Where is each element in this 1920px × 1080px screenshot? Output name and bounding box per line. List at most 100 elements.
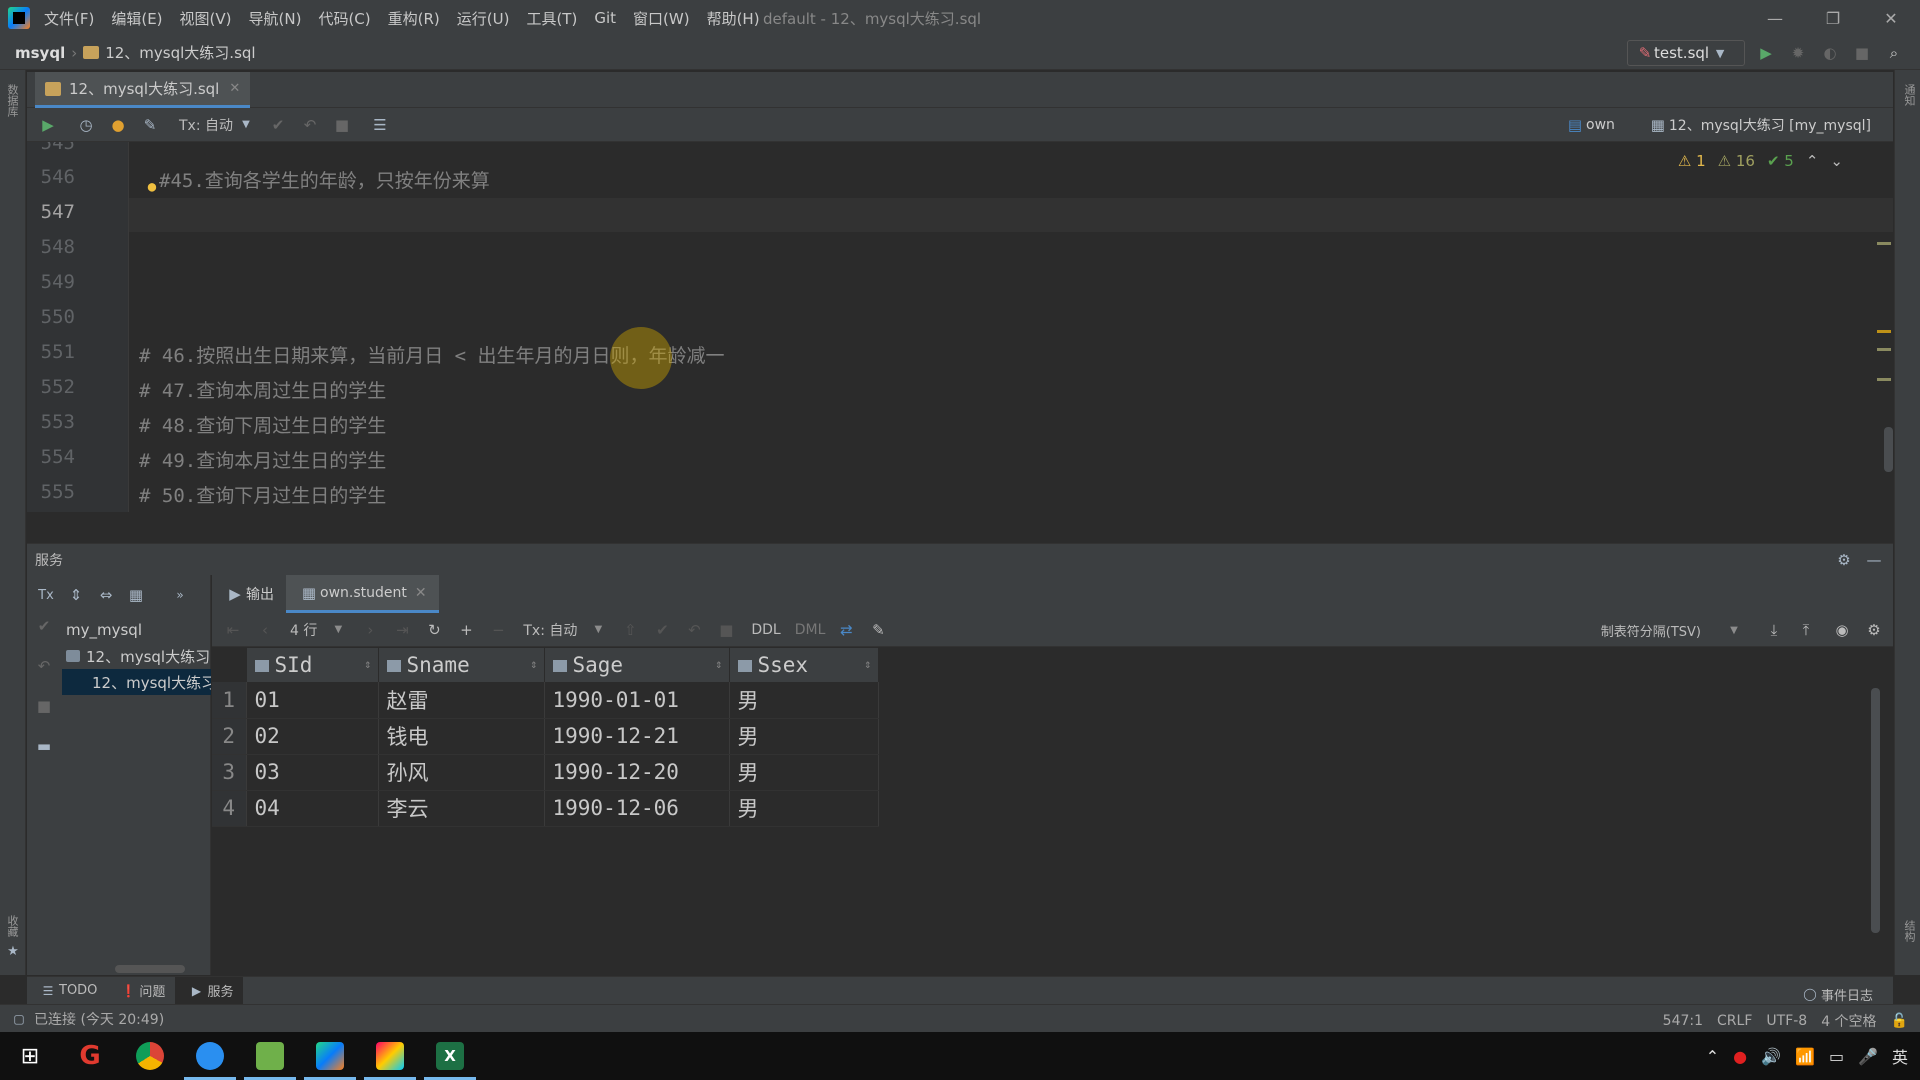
sort-icon[interactable]: ⇕	[364, 657, 371, 671]
taskbar-app-chrome[interactable]	[120, 1032, 180, 1080]
stop-icon[interactable]: ■	[1851, 42, 1873, 64]
export-format-select[interactable]: 制表符分隔(TSV)	[1601, 621, 1701, 640]
table-cell[interactable]: 01	[246, 682, 379, 719]
delete-row-icon[interactable]: −	[487, 619, 509, 641]
editor-scrollbar[interactable]	[1884, 427, 1893, 472]
next-highlight-icon[interactable]: ⌄	[1830, 152, 1843, 170]
schema-select[interactable]: own	[1586, 117, 1615, 133]
tree-node-console[interactable]: 12、mysql大练习	[62, 669, 211, 695]
tool-tab-problems[interactable]: ❗ 问题	[107, 977, 175, 1005]
hide-panel-icon[interactable]: —	[1863, 549, 1885, 571]
table-cell[interactable]: 李云	[378, 790, 545, 827]
line-separator[interactable]: CRLF	[1717, 1013, 1752, 1029]
menu-run[interactable]: 运行(U)	[457, 8, 510, 29]
execute-icon[interactable]: ▶	[37, 114, 59, 136]
menu-tools[interactable]: 工具(T)	[526, 8, 577, 29]
refresh-icon[interactable]: ↻	[423, 619, 445, 641]
tool-tab-event-log[interactable]: ◯ 事件日志	[1799, 983, 1873, 1005]
table-row[interactable]: 2 02 钱电 1990-12-21 男	[212, 718, 879, 755]
menu-help[interactable]: 帮助(H)	[707, 8, 760, 29]
menu-navigate[interactable]: 导航(N)	[249, 8, 302, 29]
breadcrumb-project[interactable]: msyql	[15, 44, 65, 62]
table-cell[interactable]: 1990-01-01	[544, 682, 730, 719]
commit-icon[interactable]: ✔	[267, 114, 289, 136]
tx-mode-select[interactable]: Tx: 自动	[179, 115, 233, 135]
run-config-select[interactable]: ✎ test.sql ▼	[1627, 40, 1745, 66]
menu-git[interactable]: Git	[594, 9, 616, 27]
taskbar-app-datagrip[interactable]	[300, 1032, 360, 1080]
rollback-icon[interactable]: ↶	[683, 619, 705, 641]
taskbar-app-notepad[interactable]	[240, 1032, 300, 1080]
dml-button[interactable]: DML	[795, 622, 826, 638]
search-icon[interactable]: ⌕	[1883, 42, 1905, 64]
file-encoding[interactable]: UTF-8	[1766, 1013, 1807, 1029]
volume-icon[interactable]: 🔊	[1761, 1047, 1781, 1066]
layout-toggle-icon[interactable]: ▢	[8, 1008, 30, 1030]
chevron-up-icon[interactable]: ⌃	[1706, 1047, 1719, 1066]
table-cell[interactable]: 02	[246, 718, 379, 755]
tab-output[interactable]: ▶ 输出	[212, 575, 286, 613]
sort-icon[interactable]: ⇕	[715, 657, 722, 671]
column-header[interactable]: SId ⇕	[246, 648, 379, 682]
column-header[interactable]: Ssex ⇕	[729, 648, 879, 682]
ddl-button[interactable]: DDL	[751, 622, 780, 638]
minimize-button[interactable]: —	[1746, 9, 1804, 28]
start-button[interactable]: ⊞	[0, 1032, 60, 1080]
sort-icon[interactable]: ⇕	[864, 657, 871, 671]
scroll-marker[interactable]	[1877, 242, 1891, 245]
inspection-widget[interactable]: ⚠ 1 ⚠ 16 ✔ 5 ⌃ ⌄	[1666, 152, 1843, 170]
taskbar-app-browser[interactable]	[180, 1032, 240, 1080]
run-icon[interactable]: ▶	[1755, 42, 1777, 64]
table-row[interactable]: 3 03 孙风 1990-12-20 男	[212, 754, 879, 791]
submit-icon[interactable]: ⇧	[619, 619, 641, 641]
gear-icon[interactable]: ⚙	[1863, 619, 1885, 641]
table-cell[interactable]: 赵雷	[378, 682, 545, 719]
network-icon[interactable]: 📶	[1795, 1047, 1815, 1066]
close-window-button[interactable]: ✕	[1862, 9, 1920, 28]
stop-icon[interactable]: ■	[715, 619, 737, 641]
caret-position[interactable]: 547:1	[1663, 1013, 1703, 1029]
editor-tab-sql[interactable]: 12、mysql大练习.sql ✕	[35, 72, 251, 108]
prev-page-icon[interactable]: ‹	[254, 619, 276, 641]
column-header[interactable]: Sname ⇕	[378, 648, 545, 682]
rollback-icon[interactable]: ↶	[299, 114, 321, 136]
table-cell[interactable]: 钱电	[378, 718, 545, 755]
table-row[interactable]: 1 01 赵雷 1990-01-01 男	[212, 682, 879, 719]
taskbar-app-paint[interactable]	[360, 1032, 420, 1080]
close-icon[interactable]: ✕	[415, 585, 427, 601]
code-editor[interactable]: 545 546 547 548 549 550 551 552 553 554 …	[27, 142, 1893, 512]
record-icon[interactable]: ●	[1733, 1047, 1747, 1066]
grid-tx-mode-select[interactable]: Tx: 自动	[523, 620, 577, 640]
table-row[interactable]: 4 04 李云 1990-12-06 男	[212, 790, 879, 827]
notifications-tool-label[interactable]: 通知	[1901, 84, 1917, 106]
tree-node-session[interactable]: 12、mysql大练习	[62, 643, 211, 669]
gear-icon[interactable]: ⚙	[1833, 549, 1855, 571]
scroll-marker[interactable]	[1877, 348, 1891, 351]
table-cell[interactable]: 男	[729, 682, 879, 719]
microphone-icon[interactable]: 🎤	[1858, 1047, 1878, 1066]
scroll-marker[interactable]	[1877, 330, 1891, 333]
sort-icon[interactable]: ⇕	[530, 657, 537, 671]
scroll-marker[interactable]	[1877, 378, 1891, 381]
taskbar-app-g[interactable]: G	[60, 1032, 120, 1080]
stop-icon[interactable]: ■	[33, 695, 55, 717]
table-cell[interactable]: 孙风	[378, 754, 545, 791]
tab-result[interactable]: ▦ own.student ✕	[286, 575, 439, 613]
download-icon[interactable]: ⤓	[1763, 619, 1785, 641]
view-icon[interactable]: ◉	[1831, 619, 1853, 641]
table-cell[interactable]: 1990-12-21	[544, 718, 730, 755]
table-cell[interactable]: 男	[729, 790, 879, 827]
menu-view[interactable]: 视图(V)	[180, 8, 232, 29]
explain-plan-icon[interactable]: ●	[107, 114, 129, 136]
debug-icon[interactable]: ✹	[1787, 42, 1809, 64]
breadcrumb-file[interactable]: 12、mysql大练习.sql	[105, 42, 255, 63]
menu-window[interactable]: 窗口(W)	[633, 8, 690, 29]
tool-tab-todo[interactable]: ☰ TODO	[27, 977, 107, 1005]
commit-icon[interactable]: ✔	[651, 619, 673, 641]
battery-icon[interactable]: ▭	[1829, 1047, 1844, 1066]
first-page-icon[interactable]: ⇤	[222, 619, 244, 641]
tree-node-root[interactable]: my_mysql	[62, 617, 211, 643]
menu-file[interactable]: 文件(F)	[44, 8, 94, 29]
add-row-icon[interactable]: +	[455, 619, 477, 641]
indent-setting[interactable]: 4 个空格	[1821, 1011, 1876, 1031]
